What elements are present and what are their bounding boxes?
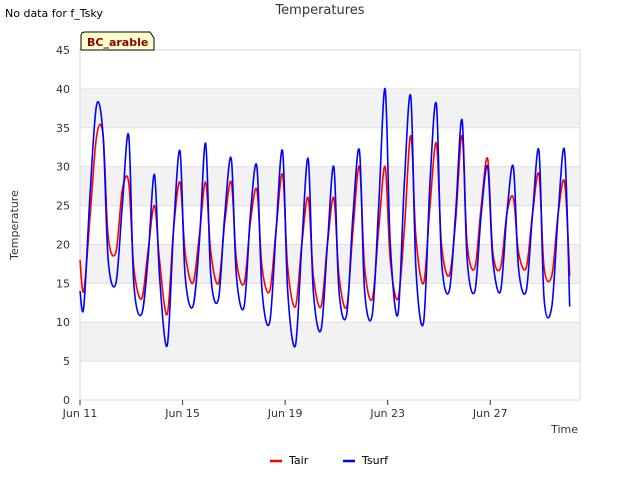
y-tick-label: 20 (56, 238, 70, 251)
legend-label-tsurf: Tsurf (361, 454, 389, 467)
y-axis-ticks: 0 5 10 15 20 25 30 35 40 45 (56, 44, 70, 407)
x-tick-label: Jun 27 (472, 407, 508, 420)
legend: Tair Tsurf (270, 454, 389, 467)
plot-band (80, 322, 580, 362)
chart-title: Temperatures (274, 3, 364, 18)
y-tick-label: 15 (56, 277, 70, 290)
x-tick-label: Jun 15 (164, 407, 200, 420)
temperature-chart: Temperatures 051015202530354045 Jun 11 Ju… (8, 3, 581, 467)
x-axis-title: Time (550, 423, 578, 436)
y-tick-label: 30 (56, 161, 70, 174)
y-axis-title: Temperature (8, 190, 21, 261)
y-tick-label: 25 (56, 200, 70, 213)
y-tick-label: 40 (56, 83, 70, 96)
y-tick-label: 10 (56, 316, 70, 329)
x-axis-ticks: Jun 11 Jun 15 Jun 19 Jun 23 Jun 27 (62, 400, 508, 420)
site-badge: BC_arable (80, 31, 155, 51)
x-tick-label: Jun 19 (267, 407, 303, 420)
plot-band (80, 88, 580, 128)
y-tick-label: 5 (63, 355, 70, 368)
y-tick-label: 45 (56, 44, 70, 57)
y-tick-label: 0 (63, 394, 70, 407)
site-badge-label: BC_arable (87, 36, 148, 49)
x-tick-label: Jun 11 (62, 407, 98, 420)
x-tick-label: Jun 23 (369, 407, 405, 420)
legend-label-tair: Tair (288, 454, 309, 467)
y-tick-label: 35 (56, 122, 70, 135)
